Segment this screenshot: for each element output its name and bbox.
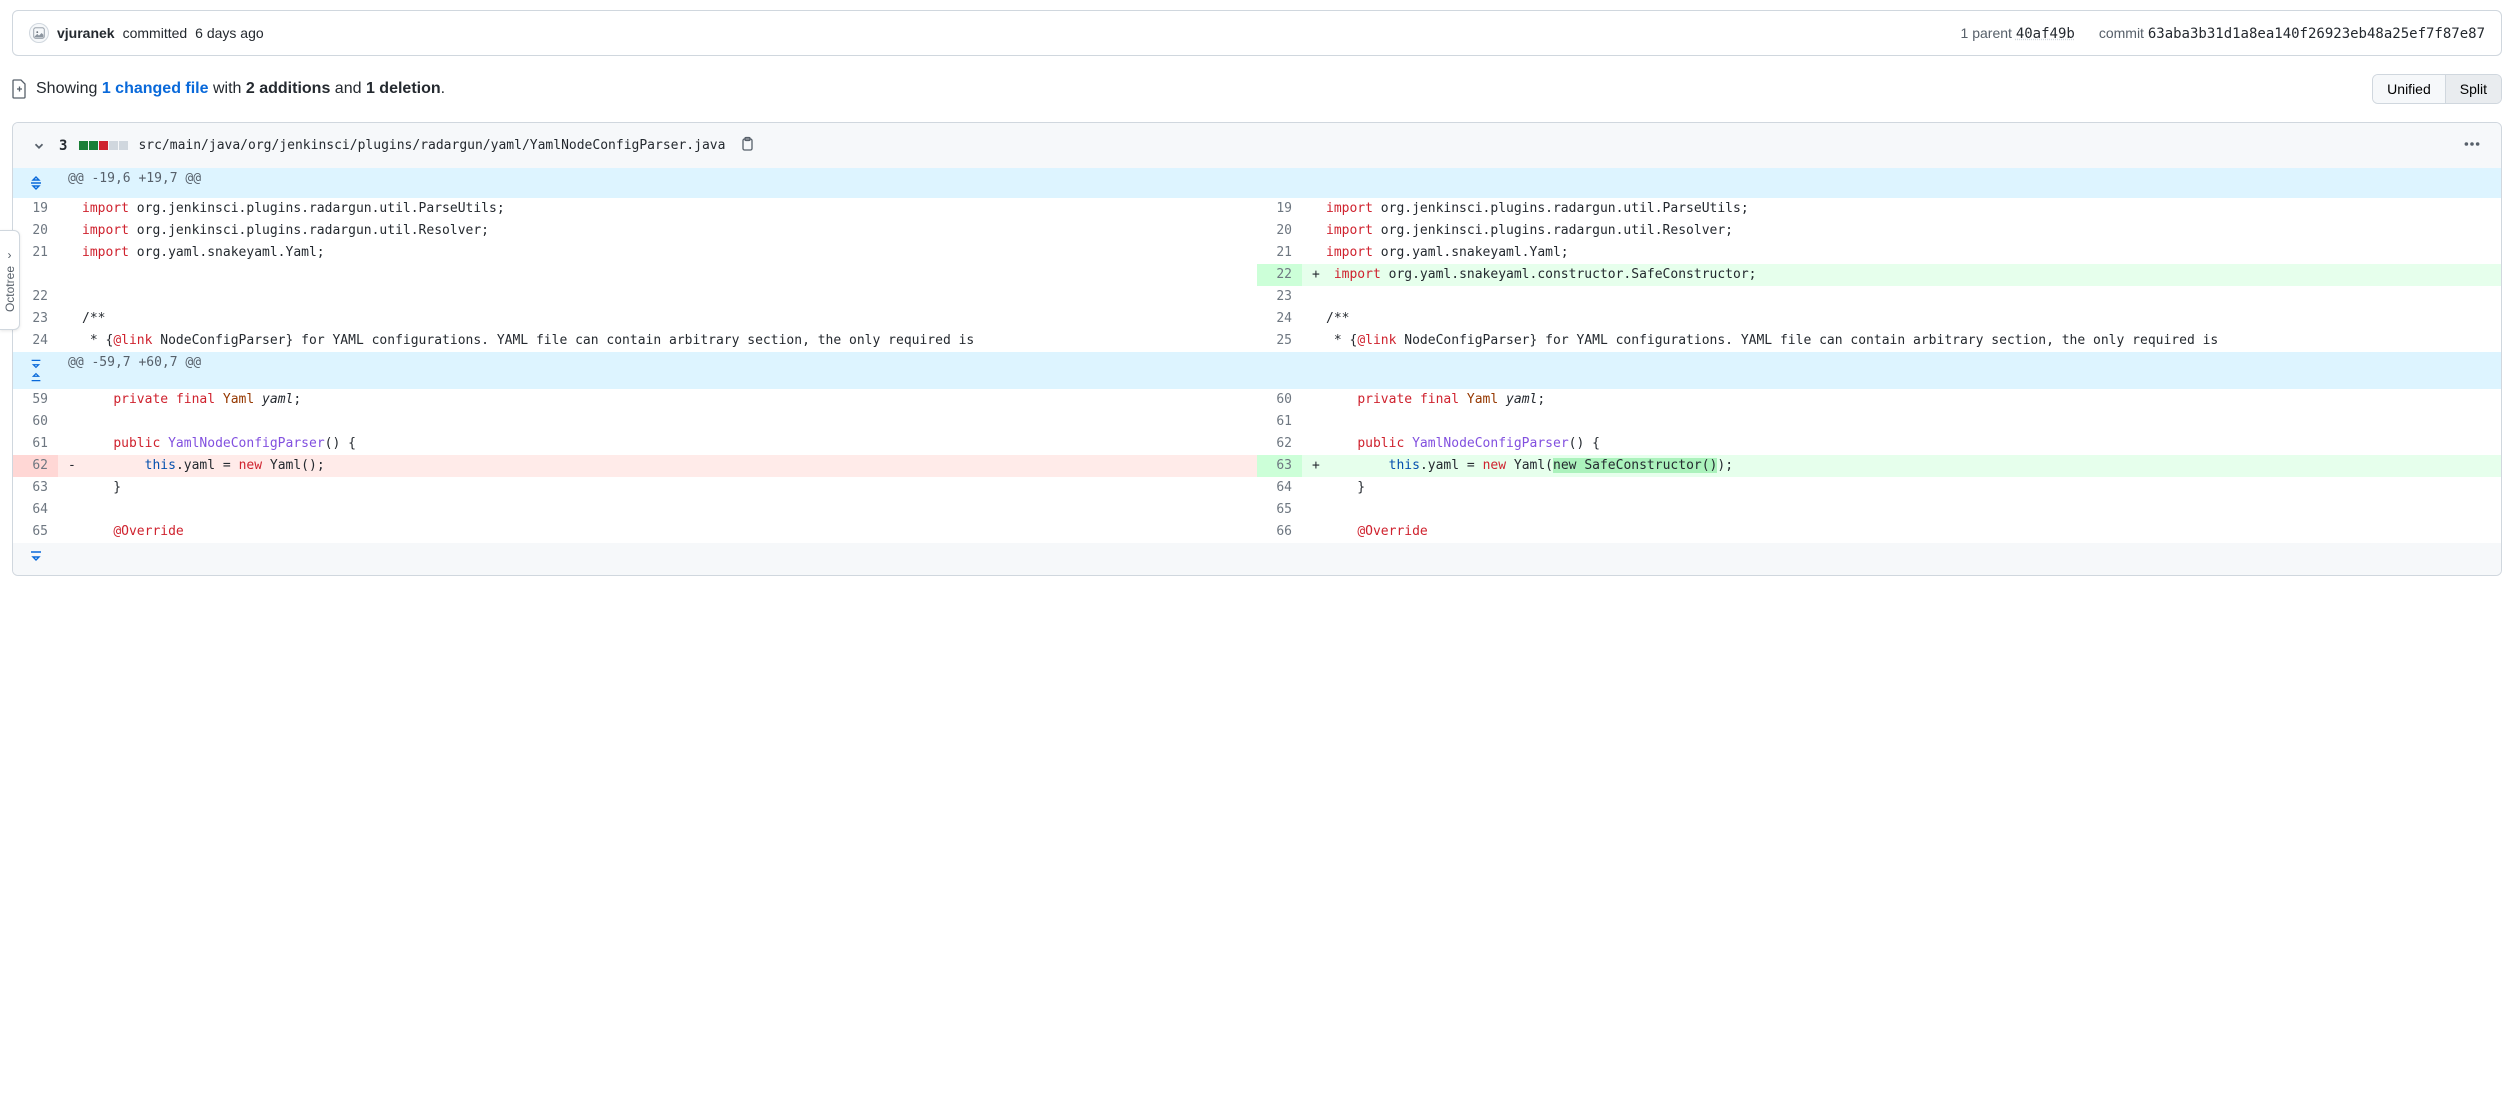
table-row: 63 } 64 } [13, 477, 2501, 499]
file-path[interactable]: src/main/java/org/jenkinsci/plugins/rada… [138, 138, 725, 153]
expand-up-button[interactable] [13, 168, 58, 198]
table-row: 65 @Override 66 @Override [13, 521, 2501, 543]
split-button[interactable]: Split [2446, 75, 2501, 103]
unfold-down-icon [28, 547, 44, 563]
collapse-file-button[interactable] [29, 136, 49, 156]
octotree-label: Octotree [3, 266, 17, 312]
commit-header: vjuranek committed 6 days ago 1 parent 4… [12, 10, 2502, 56]
chevron-down-icon [32, 139, 46, 153]
file-header: 3 src/main/java/org/jenkinsci/plugins/ra… [13, 123, 2501, 168]
table-row: 62 - this.yaml = new Yaml(); 63 + this.y… [13, 455, 2501, 477]
diff-table: @@ -19,6 +19,7 @@ 19 import org.jenkinsc… [13, 168, 2501, 575]
parent-sha[interactable]: 40af49b [2016, 26, 2075, 42]
table-row: 22 23 [13, 286, 2501, 308]
clipboard-icon [739, 136, 755, 152]
file-diff-icon [12, 79, 28, 99]
hunk-header: @@ -59,7 +60,7 @@ [13, 352, 2501, 389]
hunk-text: @@ -59,7 +60,7 @@ [58, 352, 2501, 389]
table-row: 24 * {@link NodeConfigParser} for YAML c… [13, 330, 2501, 352]
diff-summary-row: Showing 1 changed file with 2 additions … [0, 56, 2514, 122]
hunk-text: @@ -19,6 +19,7 @@ [58, 168, 2501, 198]
unified-button[interactable]: Unified [2373, 75, 2446, 103]
table-row: 21 import org.yaml.snakeyaml.Yaml; 21 im… [13, 242, 2501, 264]
table-row: 61 public YamlNodeConfigParser() { 62 pu… [13, 433, 2501, 455]
file-diff-box: 3 src/main/java/org/jenkinsci/plugins/ra… [12, 122, 2502, 576]
expand-down-button[interactable] [13, 543, 58, 575]
file-change-count: 3 [59, 138, 67, 154]
diff-summary-text: Showing 1 changed file with 2 additions … [36, 80, 445, 98]
table-row: 23 /** 24 /** [13, 308, 2501, 330]
file-actions-menu[interactable] [2459, 131, 2485, 160]
expand-button[interactable] [13, 352, 58, 389]
table-row: 22 + import org.yaml.snakeyaml.construct… [13, 264, 2501, 286]
avatar [29, 23, 49, 43]
table-row: 60 61 [13, 411, 2501, 433]
kebab-icon [2463, 135, 2481, 153]
chevron-right-icon: › [8, 248, 12, 262]
hunk-header: @@ -19,6 +19,7 @@ [13, 168, 2501, 198]
table-row: 59 private final Yaml yaml; 60 private f… [13, 389, 2501, 411]
octotree-tab[interactable]: › Octotree [0, 230, 20, 330]
changed-files-link[interactable]: 1 changed file [102, 80, 209, 97]
table-row: 64 65 [13, 499, 2501, 521]
unfold-up-icon [28, 371, 44, 385]
commit-sha: 63aba3b31d1a8ea140f26923eb48a25ef7f87e87 [2148, 26, 2485, 42]
commit-info: commit 63aba3b31d1a8ea140f26923eb48a25ef… [2099, 25, 2485, 42]
unfold-icon [28, 175, 44, 191]
unfold-down-icon [28, 356, 44, 370]
table-row: 19 import org.jenkinsci.plugins.radargun… [13, 198, 2501, 220]
expand-down-row [13, 543, 2501, 575]
diff-view-toggle: Unified Split [2372, 74, 2502, 104]
commit-author[interactable]: vjuranek [57, 25, 115, 41]
parent-info: 1 parent 40af49b [1961, 25, 2075, 42]
diffstat-icon [79, 141, 128, 150]
copy-path-button[interactable] [735, 132, 759, 159]
table-row: 20 import org.jenkinsci.plugins.radargun… [13, 220, 2501, 242]
commit-time: 6 days ago [195, 25, 264, 41]
commit-verb: committed [123, 25, 188, 41]
